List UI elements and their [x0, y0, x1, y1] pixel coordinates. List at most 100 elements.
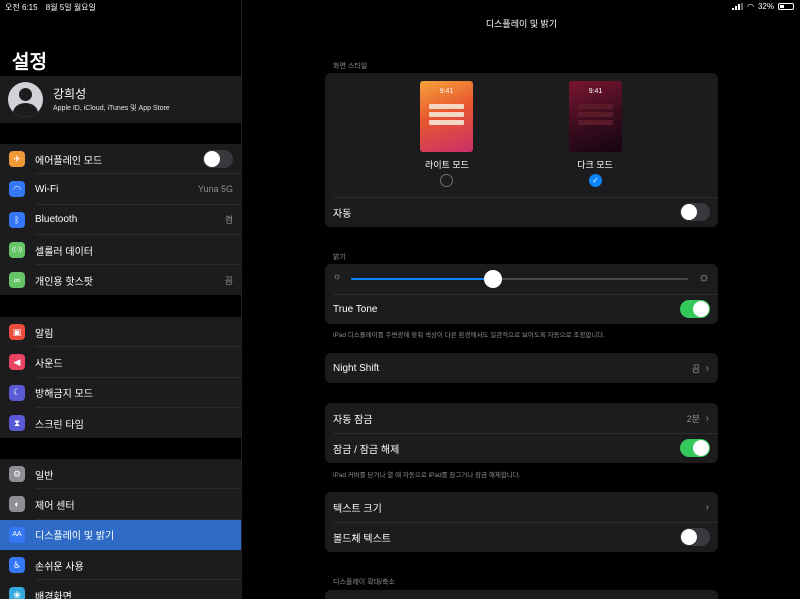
sidebar-item-sound[interactable]: ◀ 사운드 [0, 347, 241, 378]
sidebar-title: 설정 [12, 52, 47, 73]
wifi-status-icon: ◠ [747, 2, 754, 11]
appearance-section-label: 화면 스타일 [333, 63, 368, 70]
switches-icon: ◐ [9, 496, 25, 513]
sidebar-item-bluetooth[interactable]: ᛒ Bluetooth 켬 [0, 205, 241, 235]
wallpaper-icon: ❀ [9, 587, 25, 599]
profile-subtitle: Apple ID, iCloud, iTunes 및 App Store [53, 105, 170, 112]
auto-lock-row[interactable]: 자동 잠금 2분 › [325, 403, 718, 433]
status-time: 오전 6:15 [5, 3, 38, 12]
sidebar-item-moon[interactable]: ☾ 방해금지 모드 [0, 378, 241, 408]
auto-toggle[interactable] [680, 203, 710, 221]
text-size-row[interactable]: 텍스트 크기 › [325, 492, 718, 522]
sidebar-item-wifi[interactable]: ◠ Wi-Fi Yuna 5G [0, 174, 241, 205]
lock-card: 자동 잠금 2분 › 잠금 / 잠금 해제 [325, 403, 718, 463]
dark-mode-radio[interactable]: ✓ [589, 174, 602, 187]
sidebar-item-value: Yuna 5G [197, 184, 233, 195]
auto-lock-label: 자동 잠금 [333, 414, 373, 426]
lock-note: iPad 커버를 닫거나 열 때 자동으로 iPad를 잠그거나 잠금 해제합니… [333, 472, 521, 479]
brightness-slider[interactable] [351, 278, 688, 280]
status-date: 8월 5일 월요일 [45, 3, 96, 12]
sidebar-item-label: Bluetooth [35, 214, 78, 226]
chevron-right-icon: › [705, 412, 709, 424]
true-tone-row: True Tone [325, 294, 718, 324]
sidebar-item-display-aa[interactable]: AA 디스플레이 및 밝기 [0, 519, 241, 550]
dark-mode-label: 다크 모드 [577, 160, 613, 170]
night-shift-value: 끔 [691, 363, 700, 374]
apple-id-profile[interactable]: 강희성 Apple ID, iCloud, iTunes 및 App Store [0, 76, 241, 123]
night-shift-card: Night Shift 끔 › [325, 353, 718, 383]
hourglass-icon: ⧗ [9, 415, 25, 432]
airplane-mode-toggle[interactable] [203, 150, 233, 168]
sidebar-item-hotspot[interactable]: ∞ 개인용 핫스팟 끔 [0, 265, 241, 295]
sidebar-item-label: 방해금지 모드 [35, 389, 93, 401]
sidebar-item-label: 일반 [35, 470, 54, 482]
signal-icon [732, 3, 743, 10]
light-mode-label: 라이트 모드 [425, 160, 469, 170]
sidebar-group-general: ⚙ 일반 ◐ 제어 센터 AA 디스플레이 및 밝기 ♿ 손쉬운 사용 ❀ 배경화면 [0, 459, 241, 599]
dark-mode-preview[interactable]: 9:41 [569, 81, 622, 152]
hotspot-icon: ∞ [9, 272, 25, 289]
text-card: 텍스트 크기 › 볼드체 텍스트 [325, 492, 718, 552]
sidebar-group-notifications: ▣ 알림 ◀ 사운드 ☾ 방해금지 모드 ⧗ 스크린 타임 [0, 317, 241, 439]
profile-name: 강희성 [53, 87, 87, 101]
sidebar-item-label: 손쉬운 사용 [35, 561, 84, 573]
lock-unlock-toggle[interactable] [680, 439, 710, 457]
true-tone-toggle[interactable] [680, 300, 710, 318]
sidebar-item-label: 스크린 타임 [35, 419, 84, 431]
page-title: 디스플레이 및 밝기 [485, 19, 558, 29]
sidebar-item-label: 개인용 핫스팟 [35, 276, 93, 288]
gear-icon: ⚙ [9, 466, 25, 483]
true-tone-label: True Tone [333, 303, 378, 315]
brightness-slider-knob[interactable] [483, 270, 502, 288]
auto-label: 자동 [333, 208, 352, 220]
airplane-icon: ✈ [9, 151, 25, 168]
sidebar-item-airplane[interactable]: ✈ 에어플레인 모드 [0, 144, 241, 175]
sidebar-item-value: 켬 [224, 215, 233, 226]
auto-lock-value: 2분 [686, 413, 700, 424]
bold-text-toggle[interactable] [680, 528, 710, 546]
sound-icon: ◀ [9, 354, 25, 371]
sidebar-item-gear[interactable]: ⚙ 일반 [0, 459, 241, 490]
appearance-card: 9:41 라이트 모드 9:41 다크 모드 ✓ 자동 [325, 73, 718, 227]
light-mode-preview[interactable]: 9:41 [420, 81, 473, 152]
night-shift-row[interactable]: Night Shift 끔 › [325, 353, 718, 383]
moon-icon: ☾ [9, 384, 25, 401]
auto-appearance-row: 자동 [325, 197, 718, 227]
sidebar-item-notifications[interactable]: ▣ 알림 [0, 317, 241, 348]
lock-unlock-label: 잠금 / 잠금 해제 [333, 444, 400, 456]
sidebar-item-label: 디스플레이 및 밝기 [35, 531, 115, 543]
chevron-right-icon: › [705, 362, 709, 374]
sun-small-icon: ☼ [333, 271, 342, 281]
sidebar-item-label: 에어플레인 모드 [35, 155, 103, 167]
sidebar-item-accessibility[interactable]: ♿ 손쉬운 사용 [0, 550, 241, 581]
cellular-icon: ((·)) [9, 242, 25, 259]
chevron-right-icon: › [705, 501, 709, 513]
night-shift-label: Night Shift [333, 362, 380, 374]
sidebar-item-label: Wi-Fi [35, 183, 59, 195]
true-tone-note: iPad 디스플레이를 주변광에 맞춰 색상이 다른 환경에서도 일관적으로 보… [333, 332, 606, 339]
battery-percent: 32% [757, 2, 774, 11]
notifications-icon: ▣ [9, 324, 25, 341]
accessibility-icon: ♿ [9, 557, 25, 574]
sidebar-item-label: 알림 [35, 328, 54, 340]
display-brightness-panel: 디스플레이 및 밝기 화면 스타일 9:41 라이트 모드 9:41 다크 모드… [243, 0, 800, 599]
brightness-section-label: 밝기 [333, 254, 346, 261]
light-mode-radio[interactable] [440, 174, 453, 187]
sidebar-item-hourglass[interactable]: ⧗ 스크린 타임 [0, 408, 241, 438]
brightness-slider-row: ☼ ☼ [325, 264, 718, 294]
display-aa-icon: AA [9, 526, 25, 543]
bold-text-label: 볼드체 텍스트 [333, 533, 391, 545]
zoom-section-label: 디스플레이 확대/축소 [333, 579, 395, 586]
sun-large-icon: ☼ [698, 269, 710, 284]
bold-text-row: 볼드체 텍스트 [325, 522, 718, 552]
sidebar-item-label: 셀룰러 데이터 [35, 246, 93, 258]
wifi-icon: ◠ [9, 181, 25, 198]
settings-sidebar: 설정 강희성 Apple ID, iCloud, iTunes 및 App St… [0, 0, 242, 599]
sidebar-item-switches[interactable]: ◐ 제어 센터 [0, 489, 241, 520]
text-size-label: 텍스트 크기 [333, 503, 382, 515]
avatar [8, 82, 43, 117]
sidebar-item-label: 사운드 [35, 358, 63, 370]
sidebar-item-cellular[interactable]: ((·)) 셀룰러 데이터 [0, 235, 241, 266]
sidebar-group-connectivity: ✈ 에어플레인 모드 ◠ Wi-Fi Yuna 5G ᛒ Bluetooth 켬 ((·)) 셀룰… [0, 144, 241, 296]
sidebar-item-wallpaper[interactable]: ❀ 배경화면 [0, 580, 241, 599]
